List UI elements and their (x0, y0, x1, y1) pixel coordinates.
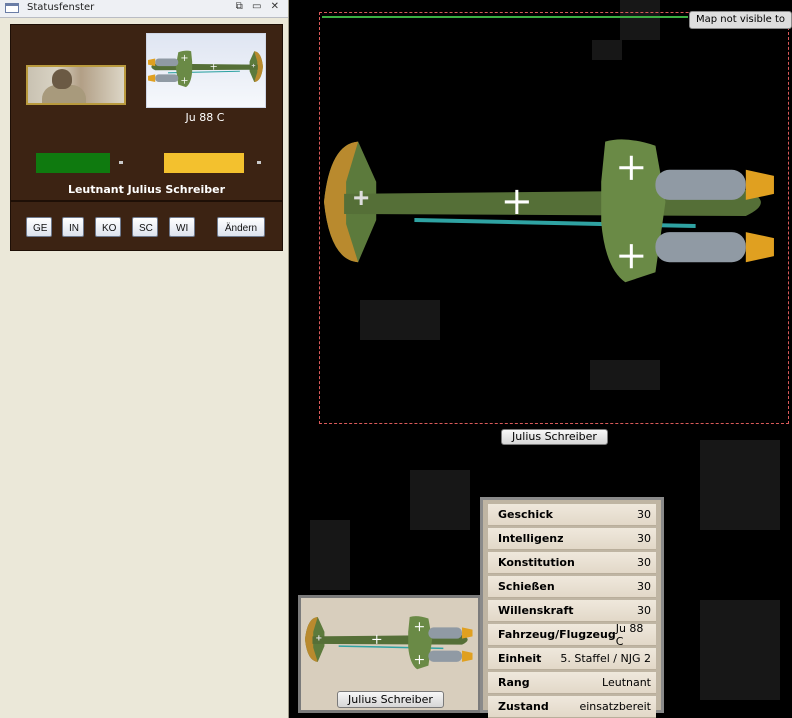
stat-row-rang: Rang Leutnant (488, 672, 656, 694)
wi-button[interactable]: WI (169, 217, 195, 237)
stat-row-zustand: Zustand einsatzbereit (488, 696, 656, 718)
morale-bar (164, 153, 244, 173)
close-icon[interactable]: ✕ (271, 1, 282, 12)
map-unit-name-tag[interactable]: Julius Schreiber (501, 429, 608, 445)
morale-bar-marker (257, 161, 261, 164)
ge-button[interactable]: GE (26, 217, 52, 237)
unit-card[interactable]: Julius Schreiber (298, 595, 481, 713)
stat-row-intelligenz: Intelligenz 30 (488, 528, 656, 550)
map-tile (700, 440, 780, 530)
map-tile (310, 520, 350, 590)
health-bar (36, 153, 110, 173)
stat-row-geschick: Geschick 30 (488, 504, 656, 526)
stat-row-konstitution: Konstitution 30 (488, 552, 656, 574)
window-icon (5, 3, 19, 13)
health-bar-marker (119, 161, 123, 164)
stat-row-fahrzeug: Fahrzeug/Flugzeug Ju 88 C (488, 622, 656, 648)
pilot-portrait (26, 65, 126, 105)
window-title: Statusfenster (27, 2, 95, 13)
map-tile (700, 600, 780, 700)
ko-button[interactable]: KO (95, 217, 121, 237)
in-button[interactable]: IN (62, 217, 84, 237)
stat-row-schiessen: Schießen 30 (488, 576, 656, 598)
stat-row-willenskraft: Willenskraft 30 (488, 600, 656, 622)
status-window: Statusfenster ⧉ ▭ ✕ Ju 88 C Leutnant Jul… (0, 0, 289, 718)
pin-icon[interactable]: ▭ (252, 1, 264, 12)
restore-icon[interactable]: ⧉ (236, 1, 246, 12)
unit-card-name-tag[interactable]: Julius Schreiber (337, 691, 444, 708)
unit-stats-panel: Geschick 30 Intelligenz 30 Konstitution 30 … (480, 497, 664, 718)
map-tile (410, 470, 470, 530)
change-button[interactable]: Ändern (217, 217, 265, 237)
unit-card-aircraft (305, 615, 474, 670)
unit-info-panel: Ju 88 C Leutnant Julius Schreiber (10, 24, 283, 201)
attribute-button-strip: GE IN KO SC WI Ändern (10, 201, 283, 251)
aircraft-thumbnail[interactable] (146, 33, 266, 108)
pilot-full-name: Leutnant Julius Schreiber (67, 183, 226, 196)
stat-row-einheit: Einheit 5. Staffel / NJG 2 (488, 648, 656, 670)
map-visibility-notice: Map not visible to (689, 11, 792, 29)
sc-button[interactable]: SC (132, 217, 158, 237)
aircraft-name: Ju 88 C (185, 111, 225, 124)
map-frame-indicator (322, 16, 688, 18)
window-titlebar[interactable]: Statusfenster ⧉ ▭ ✕ (0, 0, 288, 18)
map-aircraft-sprite[interactable] (322, 72, 786, 362)
